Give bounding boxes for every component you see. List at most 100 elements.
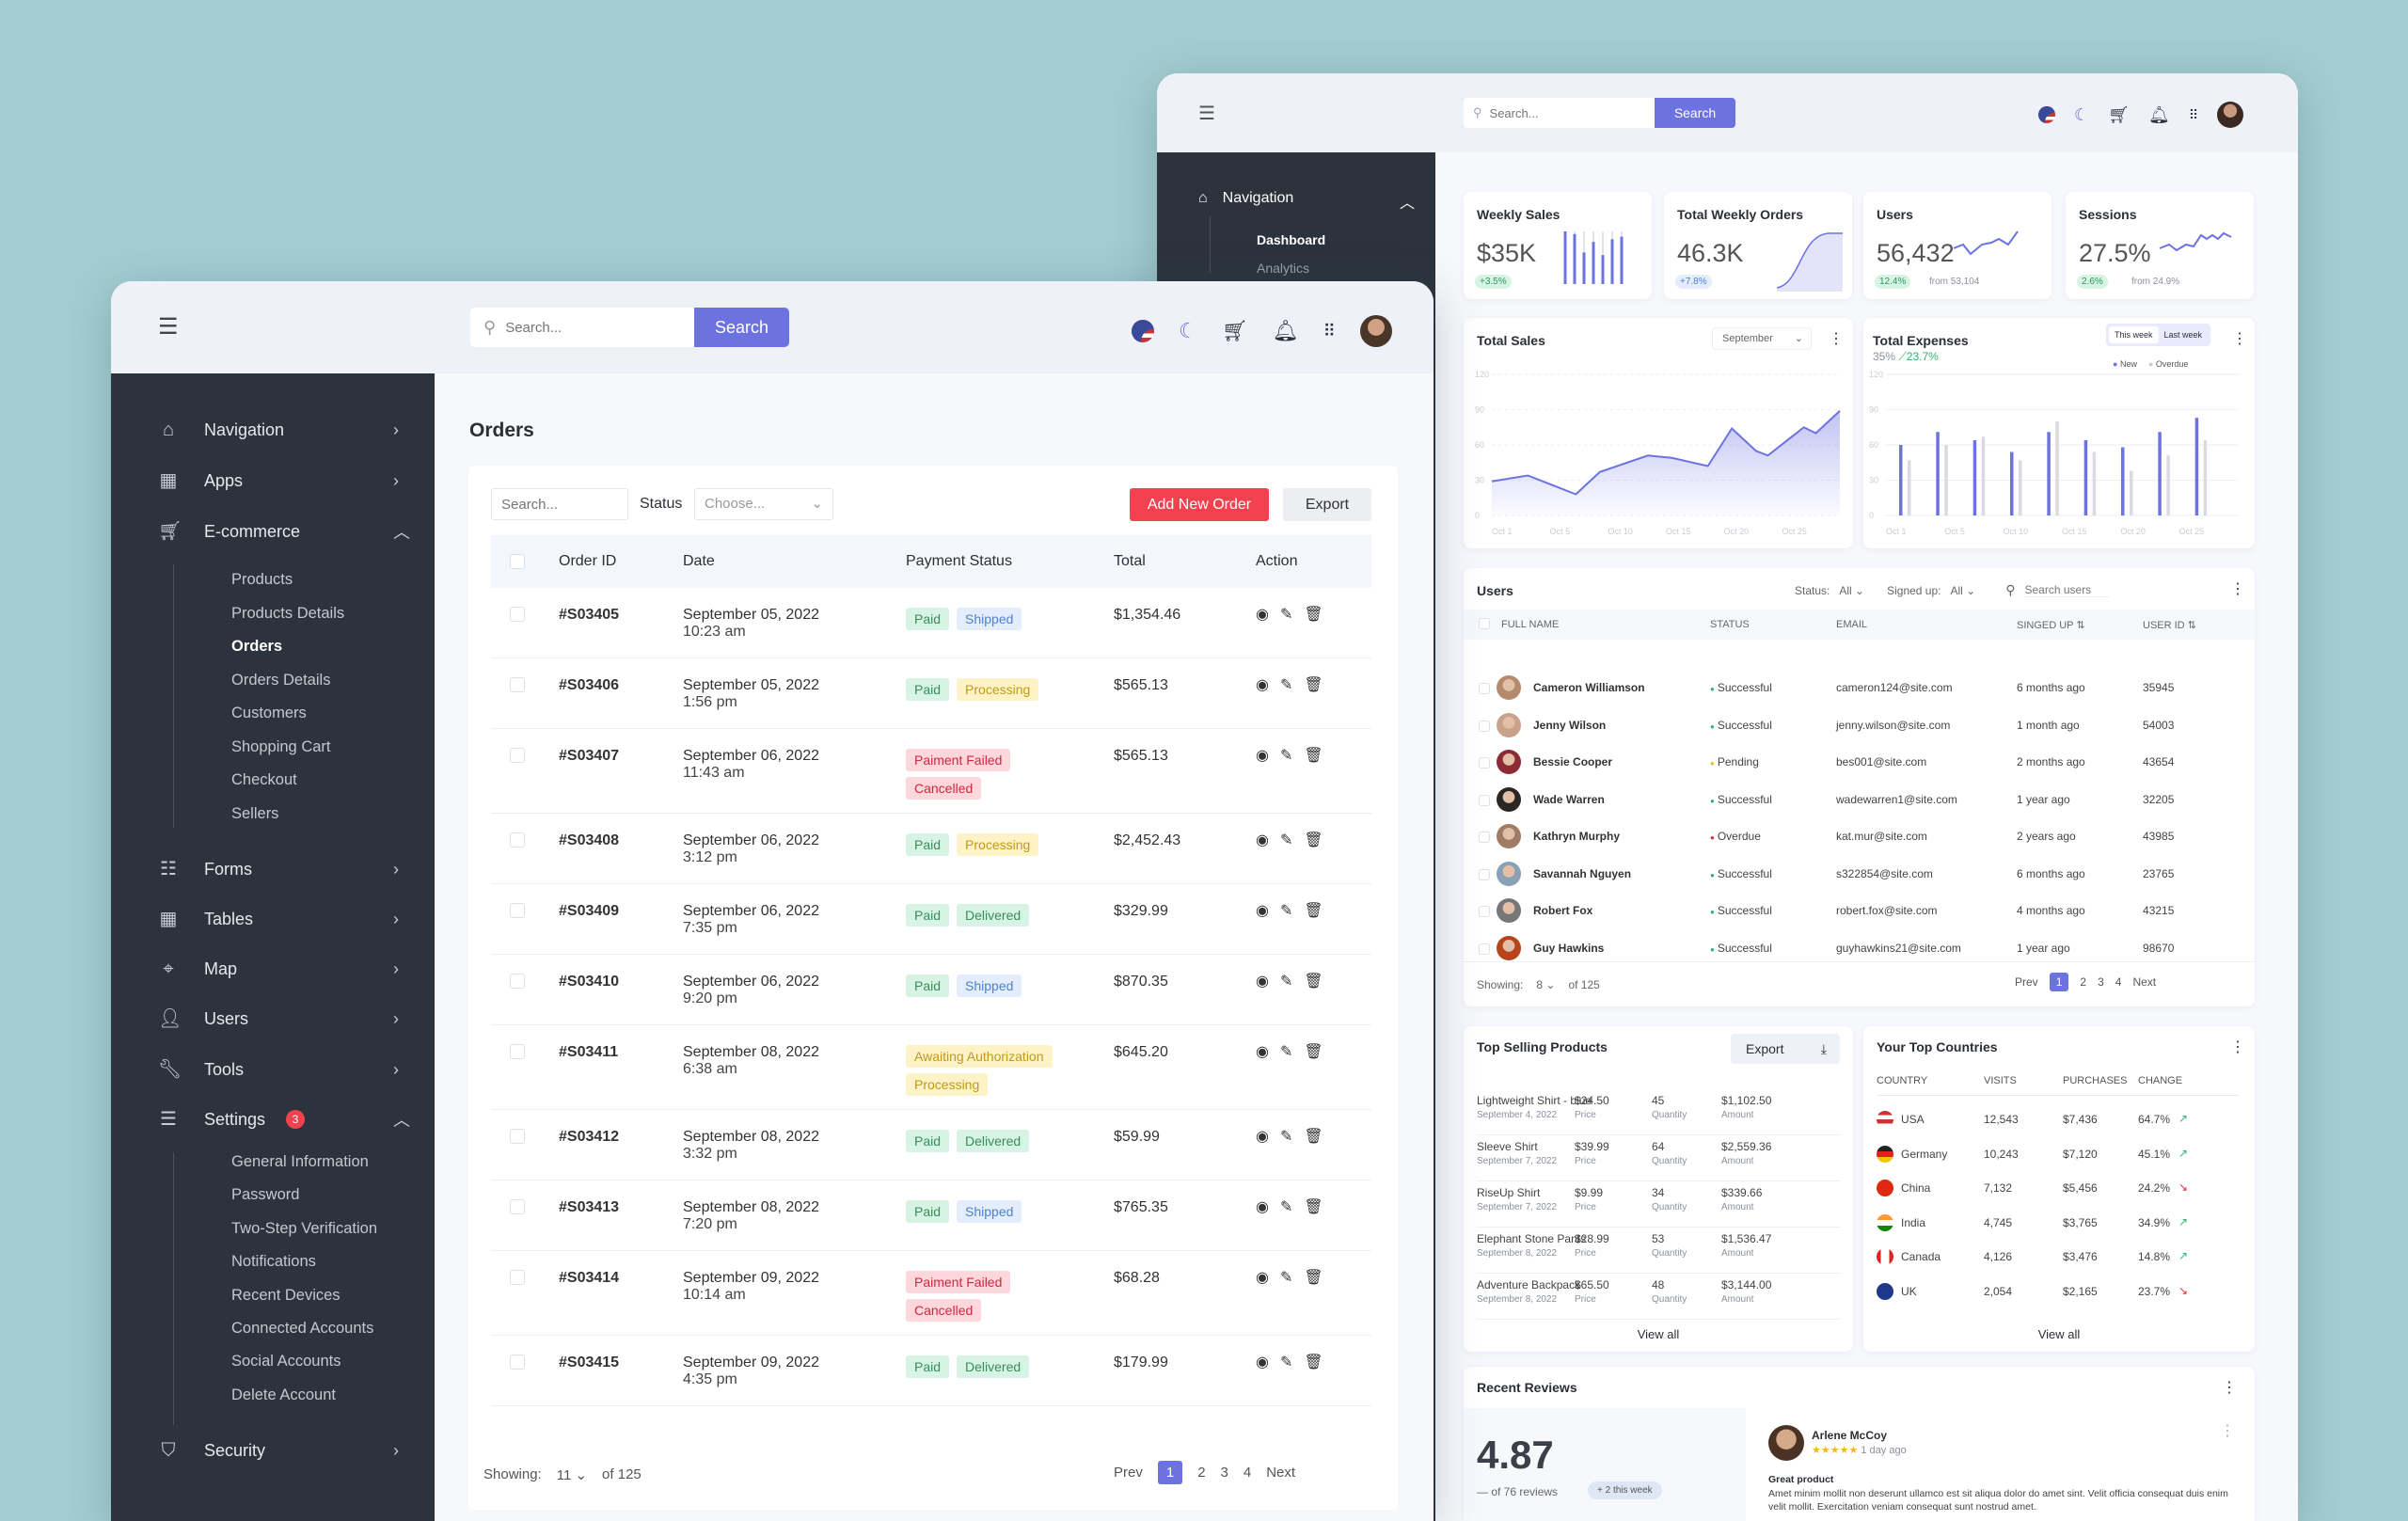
column-user-id[interactable]: USER ID ⇅: [2143, 619, 2196, 631]
table-row[interactable]: #S03408 September 06, 2022 3:12 pm Paid Proc…: [491, 814, 1371, 884]
edit-icon[interactable]: ✎: [1280, 605, 1292, 624]
edit-icon[interactable]: ✎: [1280, 972, 1292, 990]
table-row[interactable]: #S03410 September 06, 2022 9:20 pm Paid Ship…: [491, 955, 1371, 1025]
export-button[interactable]: Export ⤓: [1731, 1034, 1840, 1064]
sidebar-subitem-password[interactable]: Password: [231, 1186, 299, 1204]
column-date[interactable]: Date: [683, 553, 715, 570]
view-icon[interactable]: ◉: [1256, 1197, 1269, 1216]
month-select[interactable]: September ⌄: [1712, 327, 1812, 350]
user-name[interactable]: Robert Fox: [1533, 904, 1592, 917]
search-users-input[interactable]: [2024, 583, 2110, 597]
row-checkbox[interactable]: [1479, 757, 1490, 768]
sidebar-subitem-sellers[interactable]: Sellers: [231, 805, 278, 823]
tab-last-week[interactable]: Last week: [2159, 326, 2209, 343]
table-row[interactable]: Savannah Nguyen ● Successful s322854@site.c…: [1464, 861, 2255, 890]
table-row[interactable]: #S03414 September 09, 2022 10:14 am Paiment…: [491, 1251, 1371, 1336]
page-size-select[interactable]: 11 ⌄: [557, 1466, 587, 1483]
row-checkbox[interactable]: [1479, 683, 1490, 694]
export-button[interactable]: Export: [1283, 488, 1371, 521]
user-name[interactable]: Bessie Cooper: [1533, 755, 1612, 768]
delete-icon[interactable]: 🗑︎: [1304, 901, 1323, 920]
page-3[interactable]: 3: [1221, 1465, 1228, 1481]
delete-icon[interactable]: 🗑︎: [1304, 1042, 1323, 1061]
user-name[interactable]: Savannah Nguyen: [1533, 867, 1631, 880]
user-name[interactable]: Jenny Wilson: [1533, 719, 1606, 732]
order-id[interactable]: #S03405: [559, 607, 619, 624]
row-checkbox[interactable]: [510, 832, 525, 848]
sidebar-item-e-commerce[interactable]: 🛒︎ E-commerce ︿: [111, 515, 435, 548]
select-all-checkbox[interactable]: [510, 554, 525, 569]
sidebar-subitem-general-information[interactable]: General Information: [231, 1153, 369, 1171]
row-checkbox[interactable]: [1479, 832, 1490, 843]
apps-grid-icon[interactable]: ⠿: [1323, 322, 1336, 341]
view-all-link[interactable]: View all: [1863, 1327, 2255, 1341]
view-icon[interactable]: ◉: [1256, 1127, 1269, 1146]
table-row[interactable]: #S03415 September 09, 2022 4:35 pm Paid Deli…: [491, 1336, 1371, 1406]
user-name[interactable]: Kathryn Murphy: [1533, 830, 1620, 843]
page-4[interactable]: 4: [2115, 975, 2122, 989]
product-row[interactable]: Lightweight Shirt - blue September 4, 202…: [1477, 1090, 1840, 1135]
delete-icon[interactable]: 🗑︎: [1304, 746, 1323, 765]
sidebar-subitem-customers[interactable]: Customers: [231, 705, 307, 722]
column-action[interactable]: Action: [1256, 553, 1297, 570]
hamburger-icon[interactable]: ☰: [158, 313, 179, 341]
page-2[interactable]: 2: [2080, 975, 2086, 989]
search-input[interactable]: [1489, 105, 1631, 120]
more-icon[interactable]: ⋮: [2230, 1038, 2245, 1056]
column-payment-status[interactable]: Payment Status: [906, 553, 1012, 570]
sidebar-subitem-products[interactable]: Products: [231, 571, 293, 589]
order-id[interactable]: #S03410: [559, 974, 619, 990]
table-row[interactable]: #S03409 September 06, 2022 7:35 pm Paid Deli…: [491, 884, 1371, 955]
hamburger-icon[interactable]: ☰: [1198, 102, 1215, 125]
column-signed-up[interactable]: SINGED UP ⇅: [2017, 619, 2085, 631]
column-email[interactable]: EMAIL: [1836, 619, 1867, 630]
table-row[interactable]: Cameron Williamson ● Successful cameron124@…: [1464, 675, 2255, 704]
table-row[interactable]: #S03407 September 06, 2022 11:43 am Paiment…: [491, 729, 1371, 814]
row-checkbox[interactable]: [510, 607, 525, 622]
column-full-name[interactable]: FULL NAME: [1501, 619, 1559, 630]
delete-icon[interactable]: 🗑︎: [1304, 1127, 1323, 1146]
sidebar-subitem-social-accounts[interactable]: Social Accounts: [231, 1353, 341, 1370]
search-input[interactable]: [505, 319, 666, 336]
add-new-order-button[interactable]: Add New Order: [1130, 488, 1269, 521]
table-row[interactable]: Guy Hawkins ● Successful guyhawkins21@site.…: [1464, 935, 2255, 964]
row-checkbox[interactable]: [510, 974, 525, 989]
table-row[interactable]: #S03413 September 08, 2022 7:20 pm Paid Ship…: [491, 1180, 1371, 1251]
tab-this-week[interactable]: This week: [2109, 326, 2159, 343]
order-id[interactable]: #S03407: [559, 748, 619, 765]
sidebar-subitem-shopping-cart[interactable]: Shopping Cart: [231, 738, 331, 756]
order-id[interactable]: #S03408: [559, 832, 619, 849]
sidebar-item-security[interactable]: ⛉ Security ›: [111, 1434, 435, 1467]
search-button[interactable]: Search: [1655, 98, 1735, 128]
page-next[interactable]: Next: [1266, 1465, 1295, 1481]
delete-icon[interactable]: 🗑︎: [1304, 831, 1323, 849]
page-next[interactable]: Next: [2132, 975, 2156, 989]
edit-icon[interactable]: ✎: [1280, 1268, 1292, 1287]
avatar[interactable]: [2217, 102, 2244, 128]
sidebar-subitem-two-step-verification[interactable]: Two-Step Verification: [231, 1220, 377, 1238]
more-icon[interactable]: ⋮: [2232, 329, 2247, 348]
delete-icon[interactable]: 🗑︎: [1304, 972, 1323, 990]
page-prev[interactable]: Prev: [1114, 1465, 1143, 1481]
sidebar-item-analytics[interactable]: Analytics: [1257, 261, 1309, 276]
edit-icon[interactable]: ✎: [1280, 746, 1292, 765]
edit-icon[interactable]: ✎: [1280, 831, 1292, 849]
order-id[interactable]: #S03411: [559, 1044, 618, 1061]
sidebar-item-users[interactable]: 👤︎ Users ›: [111, 1002, 435, 1036]
row-checkbox[interactable]: [510, 1270, 525, 1285]
view-icon[interactable]: ◉: [1256, 1042, 1269, 1061]
view-icon[interactable]: ◉: [1256, 901, 1269, 920]
sidebar-subitem-recent-devices[interactable]: Recent Devices: [231, 1287, 341, 1305]
more-icon[interactable]: ⋮: [1829, 329, 1844, 348]
row-checkbox[interactable]: [510, 1129, 525, 1144]
user-name[interactable]: Wade Warren: [1533, 793, 1605, 806]
sidebar-subitem-orders-details[interactable]: Orders Details: [231, 672, 330, 689]
apps-grid-icon[interactable]: ⠿: [2189, 107, 2198, 123]
sidebar-subitem-notifications[interactable]: Notifications: [231, 1253, 316, 1271]
edit-icon[interactable]: ✎: [1280, 1042, 1292, 1061]
sidebar-item-dashboard[interactable]: Dashboard: [1257, 232, 1325, 247]
search-button[interactable]: Search: [694, 308, 789, 347]
order-id[interactable]: #S03409: [559, 903, 619, 920]
edit-icon[interactable]: ✎: [1280, 901, 1292, 920]
product-row[interactable]: Adventure Backpack September 8, 2022 $65.5…: [1477, 1275, 1840, 1320]
